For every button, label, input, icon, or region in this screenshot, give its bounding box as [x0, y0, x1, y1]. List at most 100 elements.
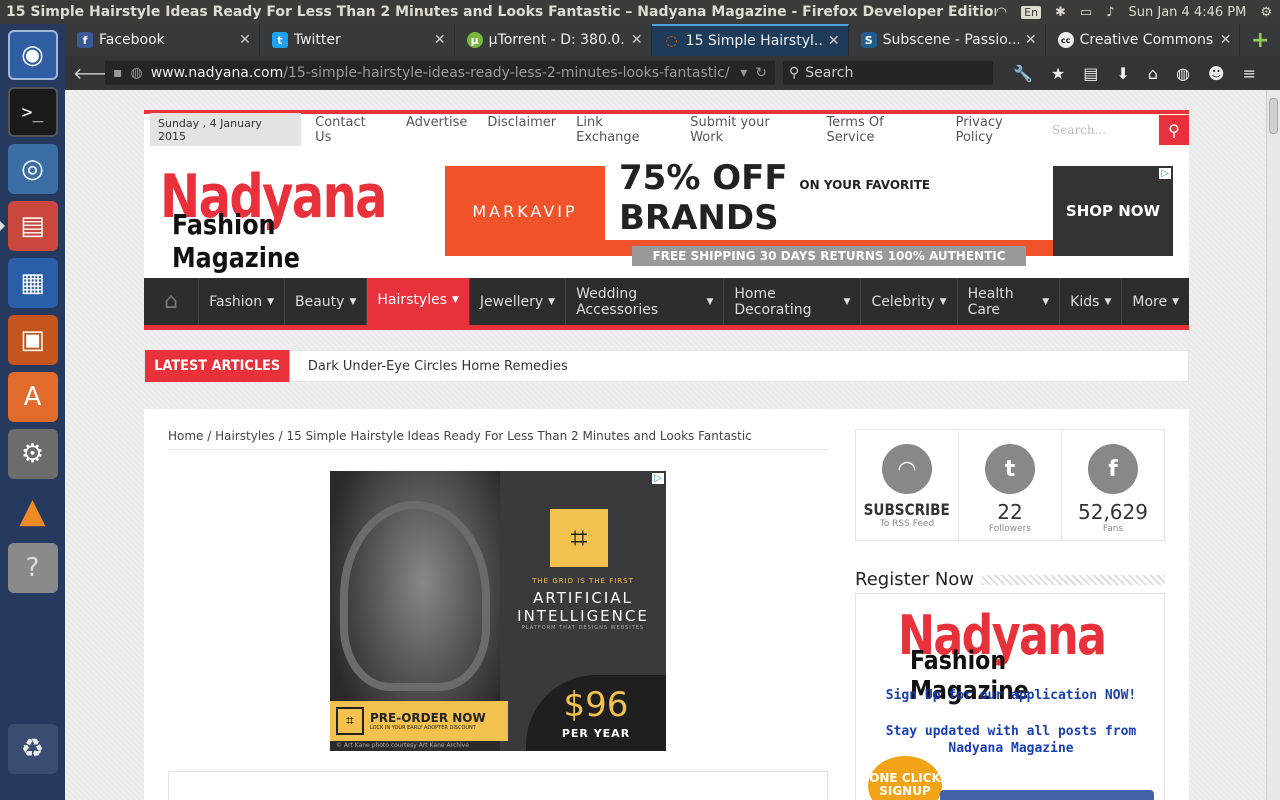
close-tab-icon[interactable]: ✕ — [434, 32, 446, 48]
software-center-icon[interactable]: A — [7, 372, 58, 422]
one-click-signup-badge[interactable]: ONE CLICK SIGNUP — [868, 756, 942, 800]
trash-icon[interactable]: ♻ — [7, 724, 58, 774]
url-bar[interactable]: ▪ ◍ www.nadyana.com/15-simple-hairstyle-… — [105, 61, 775, 85]
nav-beauty[interactable]: Beauty ▼ — [285, 278, 368, 325]
home-icon[interactable]: ⌂ — [1148, 64, 1158, 83]
square-ad[interactable]: ⌗ THE GRID IS THE FIRST ARTIFICIAL INTEL… — [330, 471, 666, 751]
search-icon: ⚲ — [789, 65, 800, 81]
globe-icon: ◍ — [130, 65, 143, 81]
tab-subscene[interactable]: S Subscene - Passio... ✕ — [849, 24, 1046, 56]
tab-twitter[interactable]: t Twitter ✕ — [260, 24, 455, 56]
window-title: 15 Simple Hairstyle Ideas Ready For Less… — [6, 4, 996, 20]
top-link-advertise[interactable]: Advertise — [406, 115, 467, 145]
top-link-contact[interactable]: Contact Us — [315, 115, 386, 145]
adchoices-icon[interactable]: ▷ — [1159, 168, 1171, 179]
close-tab-icon[interactable]: ✕ — [1220, 32, 1232, 48]
ad-shop-now[interactable]: SHOP NOW — [1053, 166, 1173, 256]
reload-icon[interactable]: ↻ — [755, 65, 767, 81]
developer-tools-wrench-icon[interactable]: 🔧 — [1013, 64, 1033, 83]
help-icon[interactable]: ? — [7, 543, 58, 593]
tab-label: Creative Commons — [1079, 32, 1214, 48]
wifi-icon[interactable]: ◠ — [996, 5, 1007, 20]
tab-nadyana[interactable]: ◌ 15 Simple Hairstyl... ✕ — [651, 24, 849, 56]
search-input[interactable]: ⚲ Search — [783, 61, 993, 85]
page-scrollbar[interactable] — [1266, 90, 1280, 800]
home-icon[interactable]: ⌂ — [144, 278, 200, 325]
close-tab-icon[interactable]: ✕ — [631, 32, 643, 48]
nav-hairstyles[interactable]: Hairstyles ▼ — [367, 274, 470, 325]
nav-wedding-accessories[interactable]: Wedding Accessories ▼ — [566, 278, 725, 325]
page-info-icon[interactable]: ▪ — [113, 65, 123, 81]
battery-icon[interactable]: ▭ — [1080, 5, 1092, 20]
nav-health-care[interactable]: Health Care ▼ — [958, 278, 1061, 325]
tab-utorrent[interactable]: µ µTorrent - D: 380.0... ✕ — [455, 24, 652, 56]
top-link-terms[interactable]: Terms Of Service — [826, 115, 935, 145]
nav-home-decorating[interactable]: Home Decorating ▼ — [724, 278, 862, 325]
tab-facebook[interactable]: f Facebook ✕ — [65, 24, 260, 56]
preorder-button[interactable]: ⌗ PRE-ORDER NOW LOCK IN YOUR EARLY ADOPT… — [330, 701, 508, 741]
banner-ad[interactable]: MARKAVIP 75% OFF ON YOUR FAVORITE BRANDS… — [445, 156, 1173, 266]
terminal-icon[interactable]: >_ — [7, 87, 58, 137]
register-logo: Nadyana Fashion Magazine — [898, 604, 1138, 706]
social-twitter[interactable]: t 22 Followers — [959, 430, 1062, 540]
scrollbar-thumb[interactable] — [1269, 98, 1278, 134]
rss-subscribe: SUBSCRIBE — [863, 500, 951, 519]
loading-favicon-icon: ◌ — [665, 33, 678, 49]
clipboard-icon[interactable]: ▤ — [1083, 64, 1098, 83]
nav-celebrity[interactable]: Celebrity ▼ — [861, 278, 958, 325]
close-tab-icon[interactable]: ✕ — [828, 33, 840, 49]
preorder-sub: LOCK IN YOUR EARLY ADOPTER DISCOUNT — [370, 725, 476, 731]
facebook-signup-button[interactable] — [940, 790, 1154, 800]
chromium-icon[interactable]: ◎ — [7, 144, 58, 194]
top-link-submit[interactable]: Submit your Work — [690, 115, 806, 145]
twitter-count: 22 — [997, 500, 1023, 524]
page-viewport: Sunday , 4 January 2015 Contact Us Adver… — [65, 90, 1280, 800]
ubuntu-logo-icon[interactable]: ◉ — [7, 30, 58, 80]
nav-more[interactable]: More ▼ — [1122, 278, 1189, 325]
system-settings-icon[interactable]: ⚙ — [7, 429, 58, 479]
ad-strip: FREE SHIPPING 30 DAYS RETURNS 100% AUTHE… — [632, 246, 1026, 266]
new-tab-button[interactable]: + — [1241, 24, 1280, 56]
tab-creative-commons[interactable]: cc Creative Commons ✕ — [1046, 24, 1241, 56]
site-search-button[interactable]: ⚲ — [1159, 115, 1189, 145]
nav-fashion[interactable]: Fashion ▼ — [199, 278, 285, 325]
site-logo[interactable]: Nadyana Fashion Magazine — [160, 162, 400, 274]
chat-icon[interactable]: ☻ — [1208, 64, 1225, 83]
menu-hamburger-icon[interactable]: ≡ — [1243, 64, 1256, 83]
site-search-input[interactable]: Search... — [1044, 115, 1159, 145]
vlc-icon[interactable]: ▲ — [7, 486, 58, 536]
dropdown-arrow-icon[interactable]: ▾ — [740, 65, 747, 81]
breadcrumb-hairstyles[interactable]: Hairstyles — [215, 429, 275, 443]
close-tab-icon[interactable]: ✕ — [239, 32, 251, 48]
system-tray: ◠ En ✱ ▭ ♪ Sun Jan 4 4:46 PM ⚙ — [996, 5, 1280, 20]
facebook-label: Fans — [1102, 524, 1124, 534]
writer-icon[interactable]: ▦ — [7, 258, 58, 308]
globe-addon-icon[interactable]: ◍ — [1176, 64, 1190, 83]
twitter-label: Followers — [988, 524, 1032, 534]
latest-article-link[interactable]: Dark Under-Eye Circles Home Remedies — [308, 359, 568, 374]
clock[interactable]: Sun Jan 4 4:46 PM — [1129, 5, 1247, 20]
breadcrumb-home[interactable]: Home — [168, 429, 203, 443]
social-rss[interactable]: ◠ SUBSCRIBE To RSS Feed — [856, 430, 959, 540]
back-arrow-icon[interactable]: 🡐 — [73, 63, 116, 83]
bluetooth-icon[interactable]: ✱ — [1055, 5, 1066, 20]
nav-jewellery[interactable]: Jewellery ▼ — [470, 278, 567, 325]
tab-label: Facebook — [99, 32, 165, 48]
top-link-privacy[interactable]: Privacy Policy — [956, 115, 1044, 145]
adchoices-icon[interactable]: ▷ — [652, 473, 664, 484]
settings-gear-icon[interactable]: ⚙ — [1260, 5, 1272, 20]
social-facebook[interactable]: f 52,629 Fans — [1062, 430, 1164, 540]
ad-headline: 75% OFF ON YOUR FAVORITE BRANDS — [605, 156, 1053, 240]
file-manager-icon[interactable]: ▤ — [0, 201, 58, 251]
website: Sunday , 4 January 2015 Contact Us Adver… — [144, 110, 1189, 800]
top-link-link-exchange[interactable]: Link Exchange — [576, 115, 670, 145]
nav-kids[interactable]: Kids ▼ — [1060, 278, 1123, 325]
keyboard-indicator[interactable]: En — [1021, 5, 1042, 19]
register-widget: Nadyana Fashion Magazine Sign Up for our… — [855, 593, 1165, 800]
close-tab-icon[interactable]: ✕ — [1025, 32, 1037, 48]
bookmark-star-icon[interactable]: ★ — [1051, 64, 1065, 83]
impress-icon[interactable]: ▣ — [7, 315, 58, 365]
top-link-disclaimer[interactable]: Disclaimer — [487, 115, 556, 145]
download-icon[interactable]: ⬇ — [1116, 64, 1129, 83]
volume-icon[interactable]: ♪ — [1106, 5, 1114, 20]
